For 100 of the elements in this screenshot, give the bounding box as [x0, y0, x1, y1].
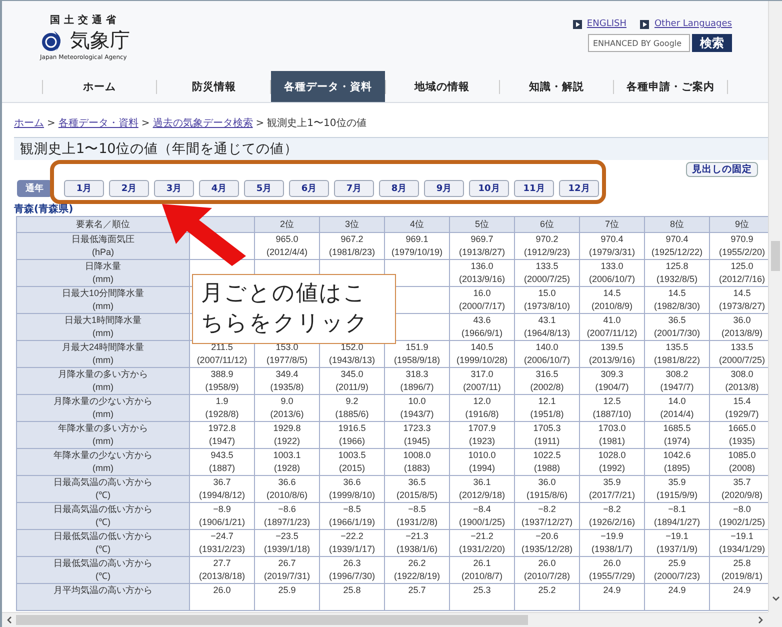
table-cell: −24.7 (1931/2/23) — [190, 530, 254, 556]
table-cell: 1916.5 (1966) — [320, 422, 384, 448]
language-link[interactable]: ENGLISH — [586, 19, 626, 29]
table-cell: −8.6 (1897/1/23) — [254, 502, 320, 530]
table-cell: 26.1 (2010/8/7) — [450, 556, 514, 584]
chevron-down-icon[interactable] — [772, 596, 780, 602]
chevron-left-icon[interactable] — [6, 616, 12, 624]
element-name-cell: 月平均気温の高い方から — [16, 584, 190, 610]
element-name-cell: 日最低海面気圧 (hPa) — [16, 232, 190, 260]
period-button[interactable]: 1月 — [64, 180, 104, 197]
table-cell: 1.9 (1928/8) — [190, 394, 254, 422]
element-name-cell: 日最低気温の低い方から (℃) — [16, 530, 190, 556]
table-cell: 1008.0 (1883) — [384, 448, 450, 476]
element-name-cell: 日最高気温の高い方から (℃) — [16, 476, 190, 502]
table-cell: −20.6 (1935/12/28) — [514, 530, 580, 556]
element-name-cell: 月降水量の少ない方から (mm) — [16, 394, 190, 422]
table-cell: 125.8 (1932/8/5) — [644, 260, 710, 286]
table-cell: 27.7 (2013/8/18) — [190, 556, 254, 584]
table-cell: −8.2 (1926/2/16) — [580, 502, 644, 530]
chevron-right-icon[interactable] — [758, 616, 764, 624]
play-icon — [572, 20, 582, 28]
element-name-cell: 日最大10分間降水量 (mm) — [16, 286, 190, 314]
table-cell: −21.2 (1931/2/20) — [450, 530, 514, 556]
period-button[interactable]: 8月 — [379, 180, 419, 197]
nav-tab[interactable]: 地域の情報 — [386, 71, 499, 102]
period-button[interactable]: 10月 — [469, 180, 509, 197]
breadcrumb-link[interactable]: 各種データ・資料 — [58, 116, 138, 130]
breadcrumb-link[interactable]: ホーム — [14, 116, 44, 130]
table-cell: 943.5 (1887) — [190, 448, 254, 476]
table-cell: 26.0 (2010/7/28) — [514, 556, 580, 584]
table-cell: 35.9 (1915/9/9) — [644, 476, 710, 502]
table-cell: 1929.8 (1922) — [254, 422, 320, 448]
search-field[interactable]: ENHANCED BY Google — [588, 34, 690, 52]
table-cell: 36.6 (2010/8/6) — [254, 476, 320, 502]
table-cell: 970.4 (1925/12/22) — [644, 232, 710, 260]
period-button[interactable]: 5月 — [244, 180, 284, 197]
column-header: 8位 — [644, 216, 710, 232]
column-header: 9位 — [710, 216, 768, 232]
table-cell: 26.2 (1922/8/19) — [384, 556, 450, 584]
table-cell: 388.9 (1958/9) — [190, 368, 254, 394]
breadcrumb-link[interactable]: 過去の気象データ検索 — [152, 116, 253, 130]
period-button[interactable]: 4月 — [199, 180, 239, 197]
table-cell: 308.2 (1947/7) — [644, 368, 710, 394]
column-header: 4位 — [384, 216, 450, 232]
period-button[interactable]: 7月 — [334, 180, 374, 197]
scrollbar-thumb[interactable] — [771, 241, 780, 271]
period-button[interactable]: 12月 — [559, 180, 599, 197]
table-cell: 1003.1 (1928) — [254, 448, 320, 476]
table-cell: 1972.8 (1947) — [190, 422, 254, 448]
scrollbar-thumb[interactable] — [16, 615, 528, 625]
column-header: 3位 — [320, 216, 384, 232]
period-button[interactable]: 通年 — [17, 180, 52, 197]
fix-header-button[interactable]: 見出しの固定 — [686, 162, 758, 177]
table-cell: 140.0 (2006/10/7) — [514, 340, 580, 368]
element-name-cell: 月降水量の多い方から (mm) — [16, 368, 190, 394]
table-cell: 25.2 — [514, 584, 580, 610]
nav-tab[interactable]: 各種申請・ご案内 — [614, 71, 728, 102]
table-cell: −8.4 (1900/1/25) — [450, 502, 514, 530]
language-link[interactable]: Other Languages — [654, 19, 732, 29]
breadcrumb-separator: > — [141, 118, 150, 128]
table-cell: 24.9 — [644, 584, 710, 610]
period-button[interactable]: 9月 — [424, 180, 464, 197]
table-cell: 970.2 (1912/9/23) — [514, 232, 580, 260]
table-cell: 1028.0 (1992) — [580, 448, 644, 476]
period-button[interactable]: 2月 — [109, 180, 149, 197]
element-name-cell: 日最高気温の低い方から (℃) — [16, 502, 190, 530]
table-cell: 1685.5 (1974) — [644, 422, 710, 448]
nav-tab[interactable]: 知識・解説 — [500, 71, 613, 102]
element-name-cell: 年降水量の少ない方から (mm) — [16, 448, 190, 476]
table-cell: 36.5 (2015/8/5) — [384, 476, 450, 502]
table-cell: 12.1 (1951/8) — [514, 394, 580, 422]
table-cell: 1010.0 (1994) — [450, 448, 514, 476]
table-cell: 136.0 (2013/9/16) — [450, 260, 514, 286]
element-name-cell: 日最低気温の高い方から (℃) — [16, 556, 190, 584]
table-cell: −8.5 (1966/1/19) — [320, 502, 384, 530]
breadcrumb-current: 観測史上1〜10位の値 — [267, 116, 366, 130]
search-button[interactable]: 検索 — [692, 34, 732, 52]
table-cell: 36.5 (2001/7/30) — [644, 314, 710, 340]
nav-tab[interactable]: 各種データ・資料 — [271, 71, 385, 102]
table-cell: 41.0 (2007/11/12) — [580, 314, 644, 340]
period-button[interactable]: 6月 — [289, 180, 329, 197]
nav-tab[interactable]: 防災情報 — [157, 71, 270, 102]
page-title: 観測史上1〜10位の値（年間を通じての値） — [20, 140, 298, 158]
table-cell: 140.5 (1999/10/28) — [450, 340, 514, 368]
table-cell: 43.6 (1966/9/1) — [450, 314, 514, 340]
horizontal-scrollbar[interactable] — [2, 612, 768, 627]
table-cell: 12.5 (1887/10) — [580, 394, 644, 422]
table-cell: 349.4 (1935/8) — [254, 368, 320, 394]
nav-tab[interactable]: ホーム — [43, 71, 156, 102]
period-button[interactable]: 11月 — [514, 180, 554, 197]
period-button[interactable]: 3月 — [154, 180, 194, 197]
table-cell: −8.1 (1894/1/27) — [644, 502, 710, 530]
table-cell: 965.0 (2012/4/4) — [254, 232, 320, 260]
callout-note: 月ごとの値はこちらをクリック — [192, 274, 396, 344]
table-cell: 1022.5 (1988) — [514, 448, 580, 476]
table-cell: 133.0 (2006/10/7) — [580, 260, 644, 286]
table-cell: 10.0 (1943/7) — [384, 394, 450, 422]
table-cell: 24.9 — [580, 584, 644, 610]
vertical-scrollbar[interactable] — [768, 1, 782, 612]
table-cell: 25.3 — [450, 584, 514, 610]
